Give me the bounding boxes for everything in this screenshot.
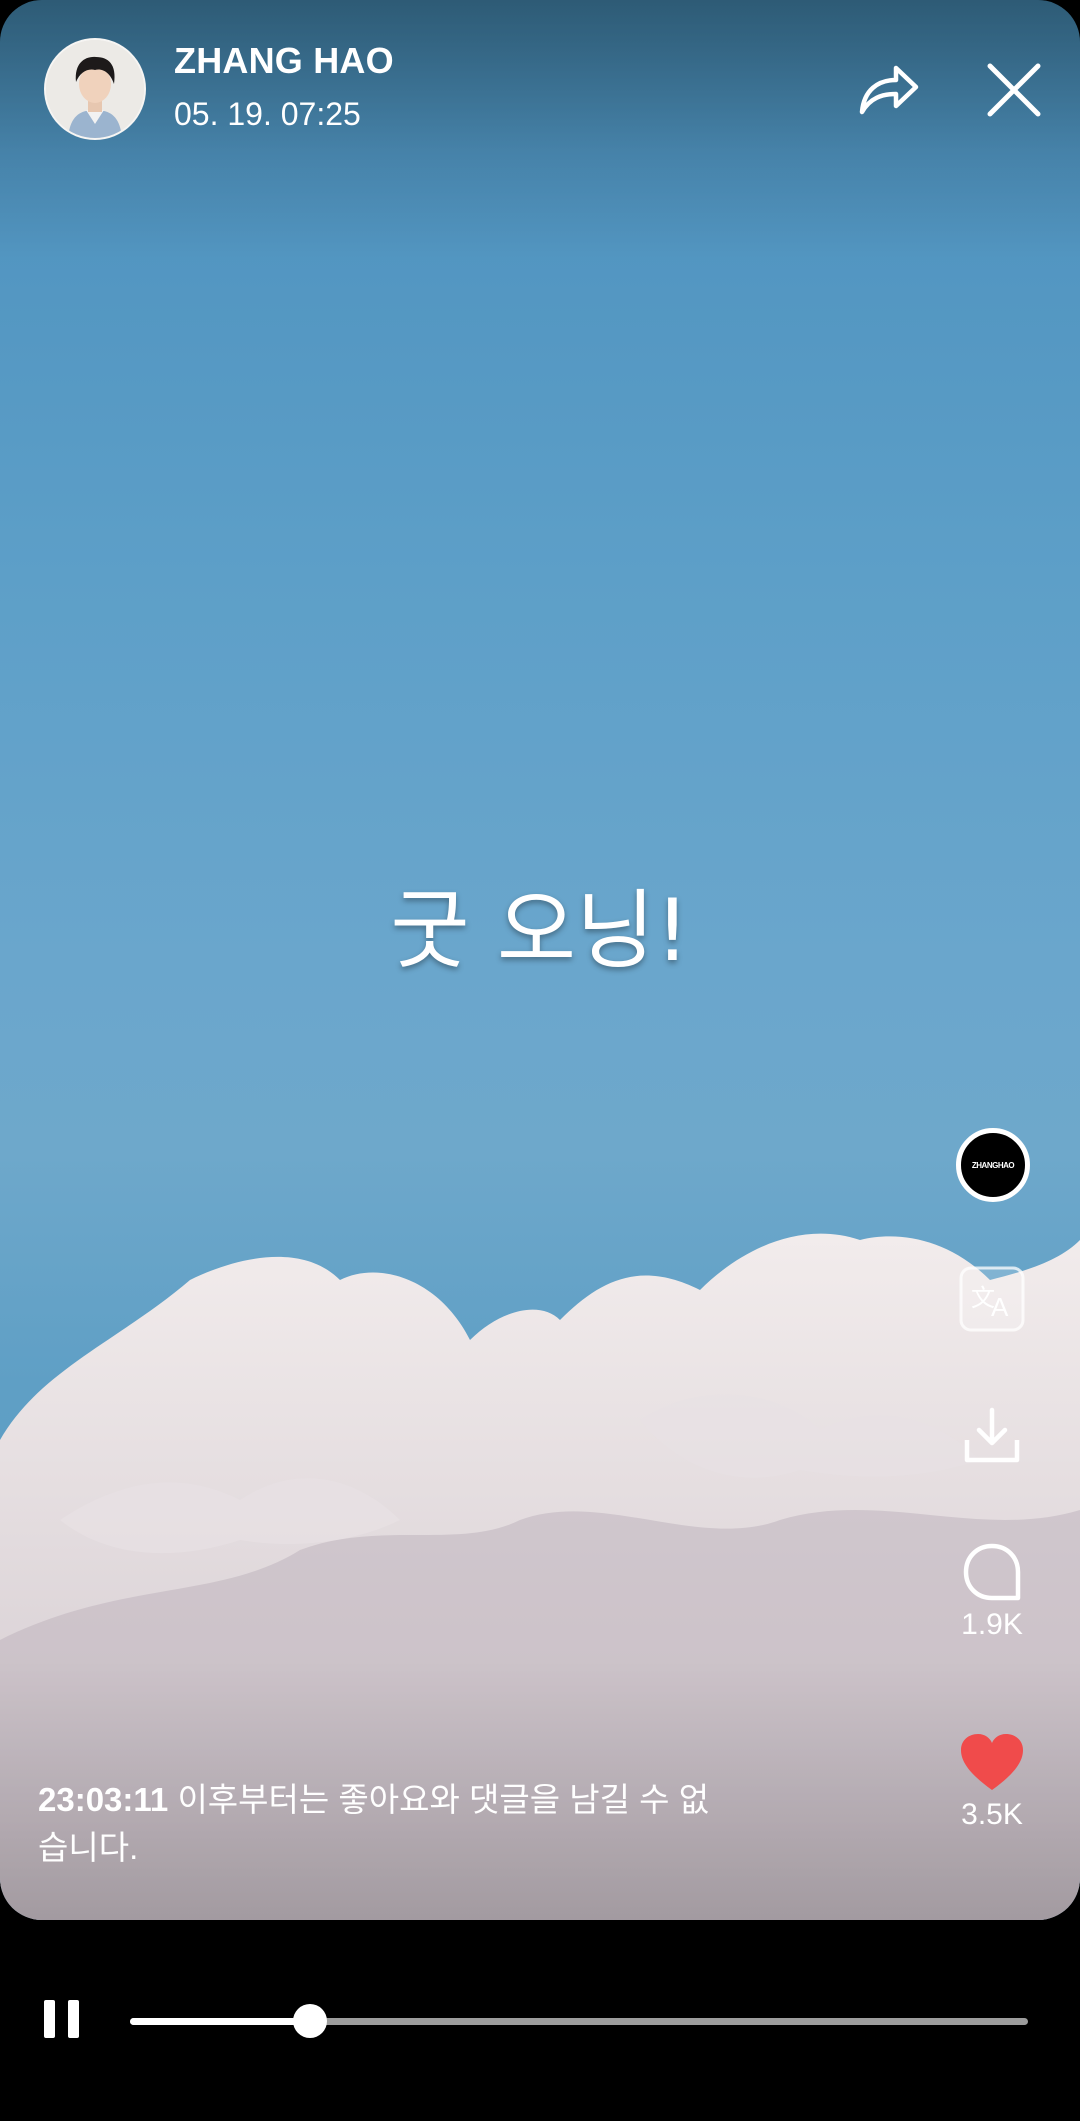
progress-thumb[interactable] (292, 2004, 327, 2038)
deadline-time: 23:03:11 (38, 1781, 169, 1818)
artist-profile-button[interactable]: ZHANGHAO (956, 1128, 1030, 1202)
translate-button[interactable]: 文 A (944, 1264, 1040, 1338)
post-caption: 굿 오닝! (390, 881, 690, 981)
close-icon (987, 63, 1041, 117)
post-timestamp: 05. 19. 07:25 (174, 96, 361, 132)
pause-button[interactable] (40, 1996, 86, 2042)
share-arrow-icon (859, 65, 919, 115)
heart-icon (961, 1734, 1023, 1790)
svg-text:A: A (991, 1292, 1009, 1322)
comment-button[interactable]: 1.9K (944, 1540, 1040, 1642)
post-viewer: ZHANG HAO 05. 19. 07:25 굿 오닝! ZHANGHAO 文… (0, 0, 1080, 1920)
like-button[interactable]: 3.5K (944, 1730, 1040, 1832)
comment-bubble-icon (963, 1543, 1021, 1601)
top-gradient (0, 0, 1080, 260)
close-button[interactable] (978, 54, 1050, 126)
progress-fill (130, 2018, 310, 2025)
avatar-image (46, 40, 144, 138)
comment-deadline-notice: 23:03:11 이후부터는 좋아요와 댓글을 남길 수 없습니다. (38, 1776, 738, 1872)
artist-profile-label: ZHANGHAO (971, 1160, 1015, 1170)
profile-avatar[interactable] (44, 38, 146, 140)
translate-icon: 文 A (959, 1266, 1025, 1332)
share-button[interactable] (852, 54, 924, 126)
like-count: 3.5K (961, 1798, 1023, 1831)
progress-bar[interactable] (130, 2004, 1028, 2038)
download-icon (964, 1407, 1020, 1463)
author-name[interactable]: ZHANG HAO (174, 40, 394, 82)
comment-count: 1.9K (961, 1608, 1023, 1641)
download-button[interactable] (944, 1402, 1040, 1476)
